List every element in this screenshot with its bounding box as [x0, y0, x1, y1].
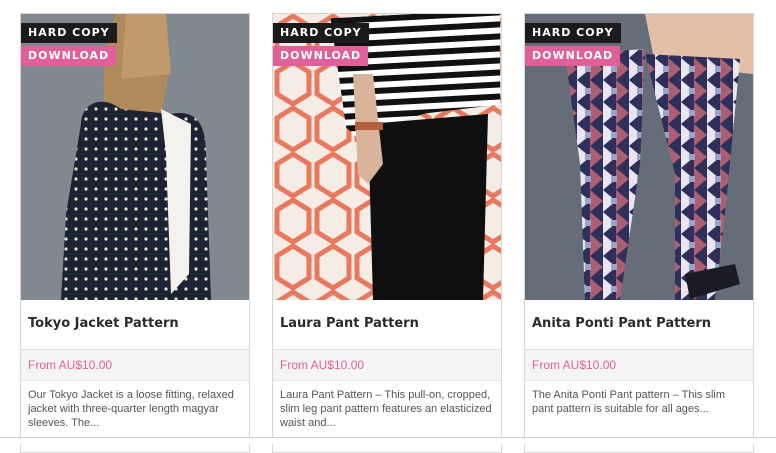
- product-card-tokyo-jacket[interactable]: HARD COPY DOWNLOAD Tokyo Jacket Pattern …: [20, 13, 250, 453]
- product-price: From AU$10.00: [280, 358, 365, 372]
- product-description: Laura Pant Pattern – This pull-on, cropp…: [280, 389, 492, 429]
- download-badge: DOWNLOAD: [273, 46, 369, 66]
- product-title[interactable]: Laura Pant Pattern: [273, 300, 501, 350]
- download-badge: DOWNLOAD: [21, 46, 117, 66]
- price-band: From AU$10.00: [21, 350, 249, 381]
- price-band: From AU$10.00: [273, 350, 501, 381]
- product-price: From AU$10.00: [532, 358, 617, 372]
- hard-copy-badge: HARD COPY: [525, 23, 621, 43]
- product-title[interactable]: Tokyo Jacket Pattern: [21, 300, 249, 350]
- product-title[interactable]: Anita Ponti Pant Pattern: [525, 300, 753, 350]
- hard-copy-badge: HARD COPY: [273, 23, 369, 43]
- product-description: Our Tokyo Jacket is a loose fitting, rel…: [28, 389, 234, 429]
- download-badge: DOWNLOAD: [525, 46, 621, 66]
- hard-copy-badge: HARD COPY: [21, 23, 117, 43]
- product-description: The Anita Ponti Pant pattern – This slim…: [532, 389, 726, 415]
- product-card-laura-pant[interactable]: HARD COPY DOWNLOAD Laura Pant Pattern Fr…: [272, 13, 502, 453]
- price-band: From AU$10.00: [525, 350, 753, 381]
- product-price: From AU$10.00: [28, 358, 113, 372]
- product-card-anita-ponti-pant[interactable]: HARD COPY DOWNLOAD Anita Ponti Pant Patt…: [524, 13, 754, 453]
